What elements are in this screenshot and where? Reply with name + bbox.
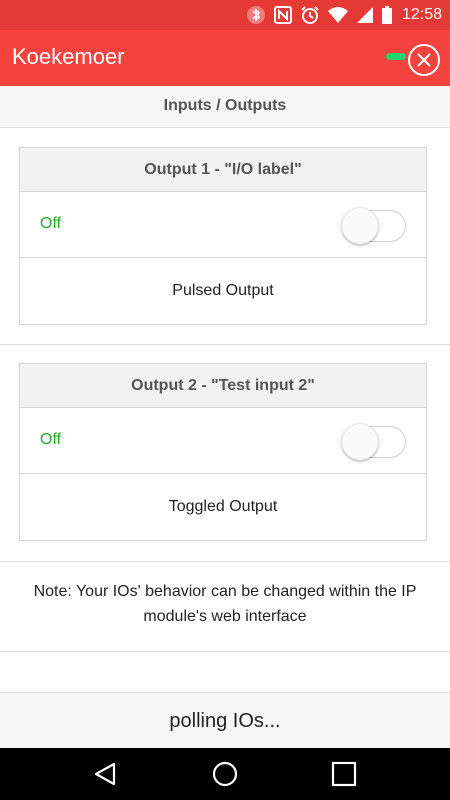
output-mode-label: Pulsed Output [172,282,274,299]
output-card-1: Output 1 - "I/O label" Off Pulsed Output [19,147,427,325]
output-mode-label: Toggled Output [168,498,278,515]
app-title: Koekemoer [12,44,125,69]
output-title: Output 1 - "I/O label" [20,148,426,192]
status-bar: 12:58 [0,0,450,30]
output-state-label: Off [40,215,62,232]
alarm-icon [300,5,320,25]
toggle-knob [342,424,378,460]
behavior-note: Note: Your IOs' behavior can be changed … [0,562,450,652]
wifi-icon [327,6,348,24]
home-button[interactable] [211,760,239,788]
section-title: Inputs / Outputs [0,86,450,128]
nfc-icon [273,6,292,24]
output-state-label: Off [40,431,62,448]
close-button[interactable] [408,44,440,76]
status-time: 12:58 [401,6,442,23]
recents-icon [331,761,357,787]
app-bar: Koekemoer [0,30,450,86]
recents-button[interactable] [330,760,358,788]
back-icon [94,762,116,786]
home-icon [212,761,238,787]
divider [0,344,450,345]
status-icons: 12:58 [246,4,442,26]
bluetooth-icon [246,5,266,25]
navigation-bar [0,748,450,800]
toggle-knob [342,208,378,244]
close-icon [417,53,431,67]
output-state-row: Off [20,192,426,258]
output-state-row: Off [20,408,426,474]
polling-status: polling IOs... [0,692,450,748]
connection-status-indicator [386,53,406,60]
output-title: Output 2 - "Test input 2" [20,364,426,408]
output-card-2: Output 2 - "Test input 2" Off Toggled Ou… [19,363,427,541]
battery-icon [381,6,392,24]
back-button[interactable] [92,760,120,788]
output-toggle-switch[interactable] [342,206,406,244]
output-toggle-switch[interactable] [342,422,406,460]
cellular-signal-icon [356,6,374,24]
